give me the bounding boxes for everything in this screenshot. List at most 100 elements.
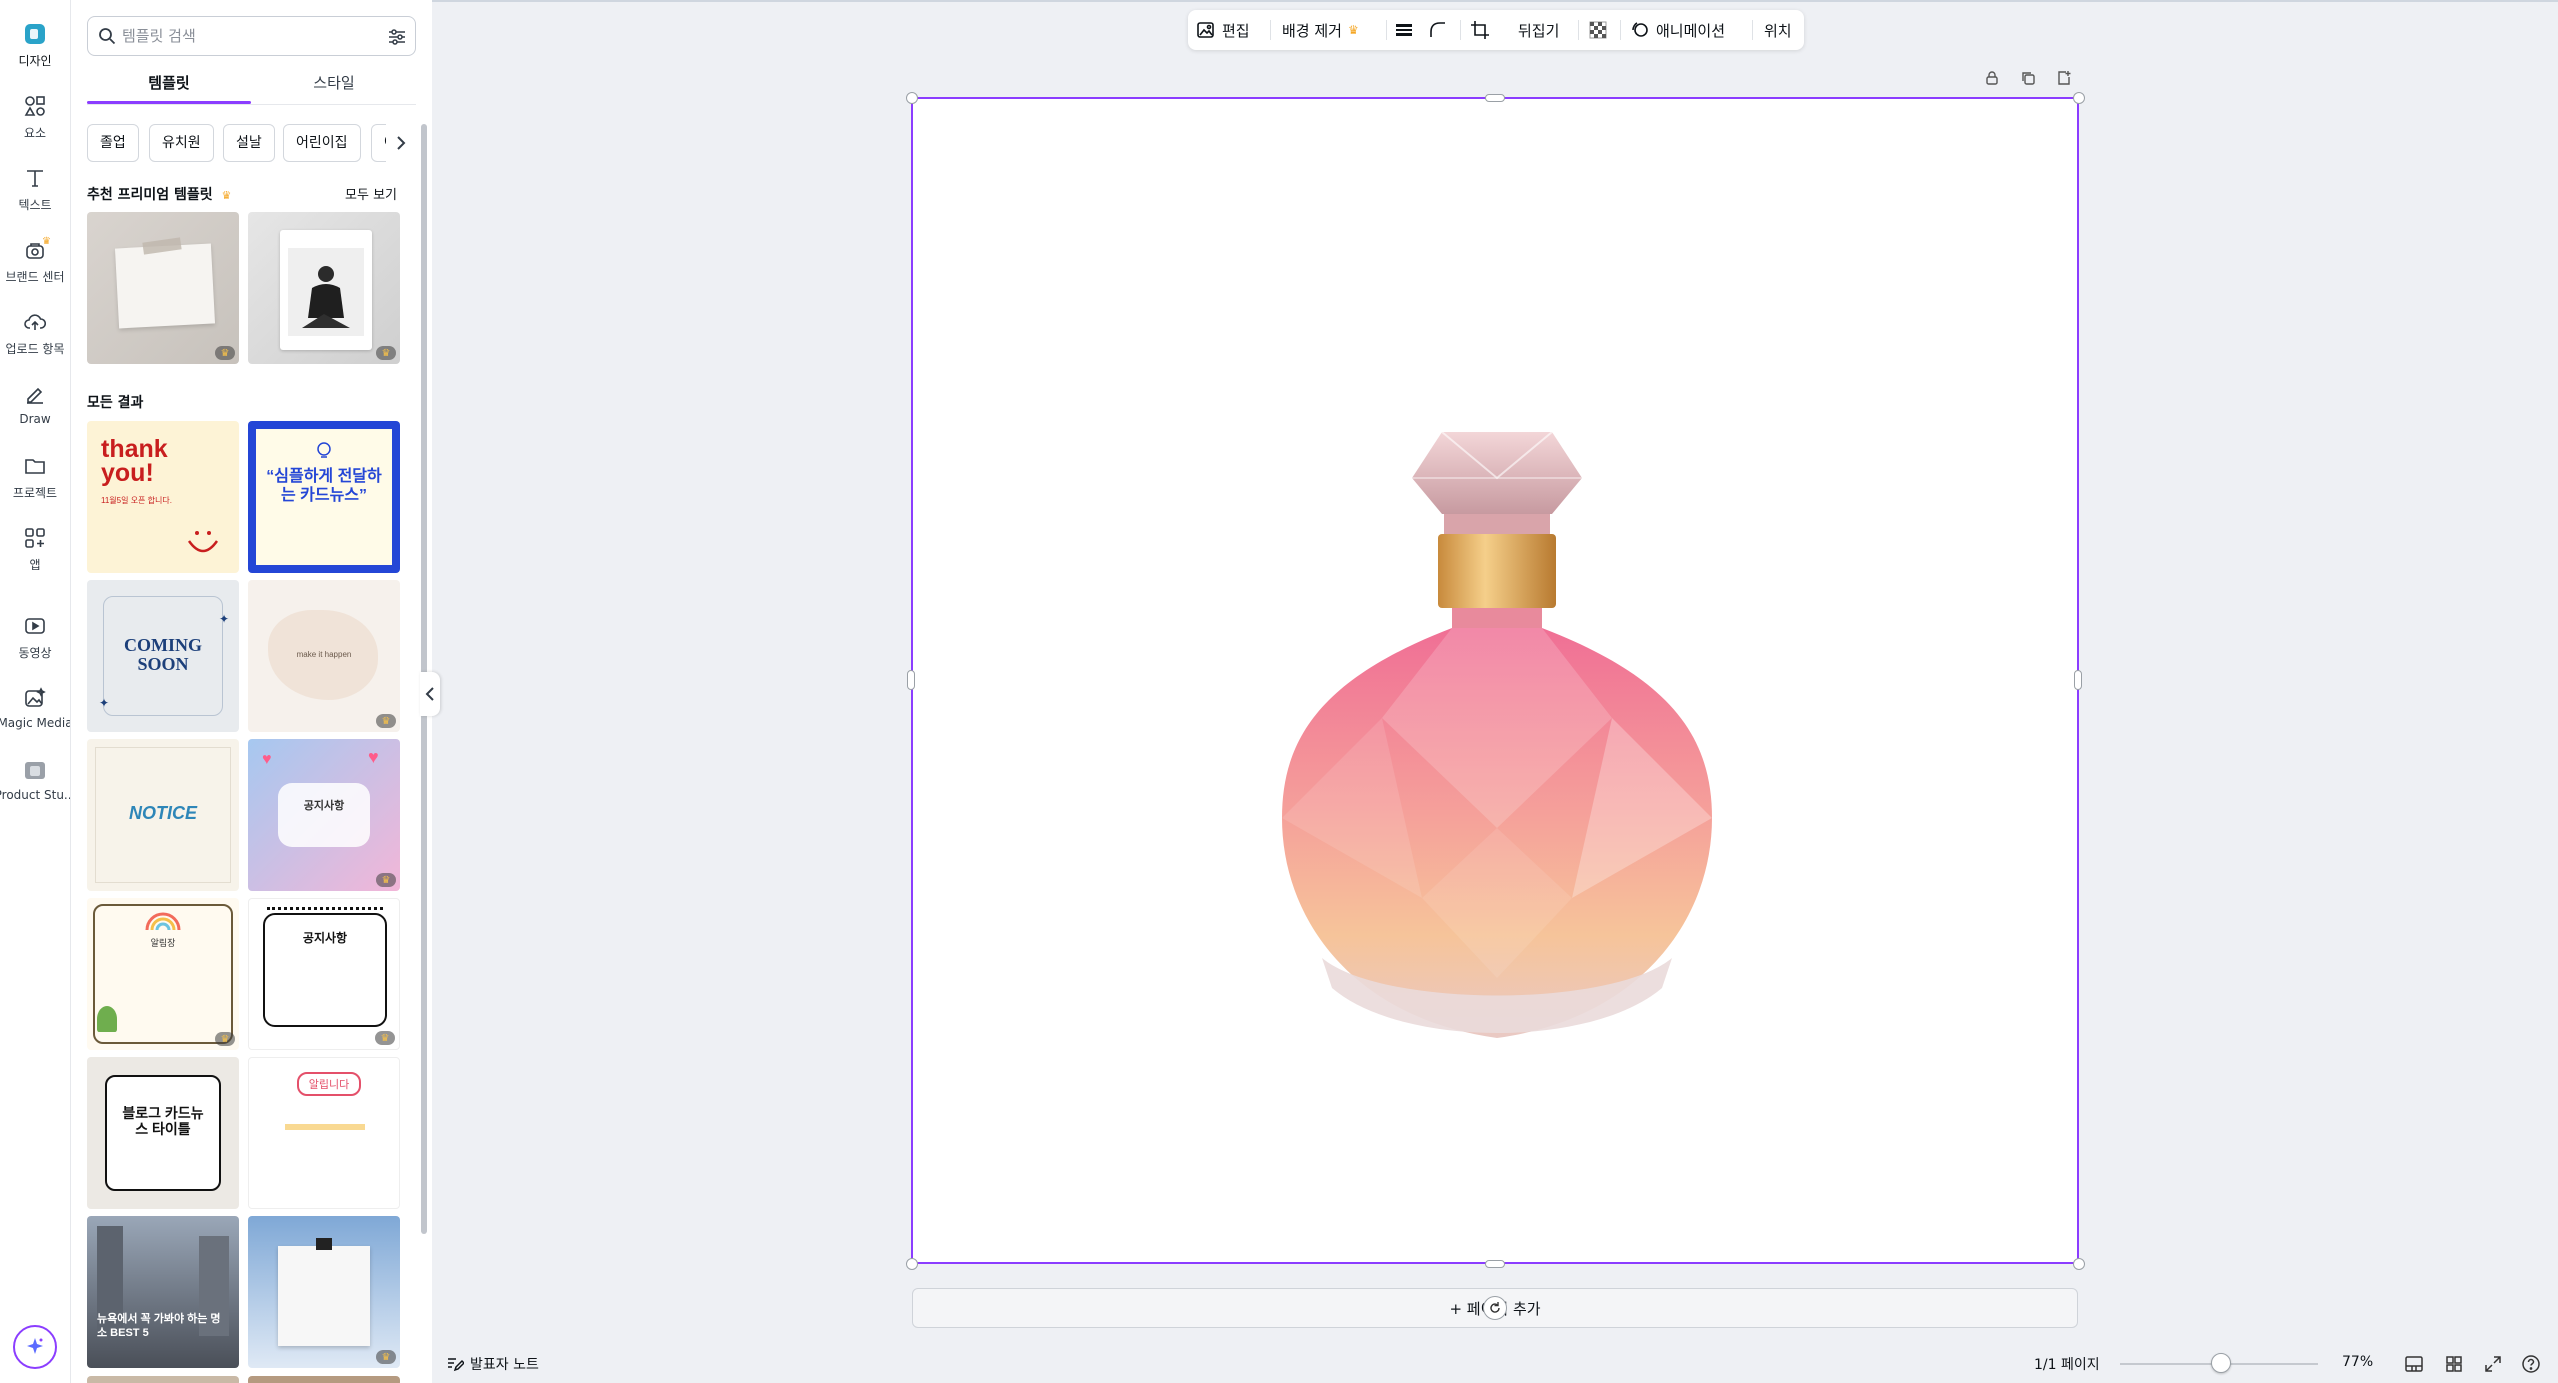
resize-handle-tl[interactable] [906,92,918,104]
rail-uploads[interactable]: 업로드 항목 [0,310,70,370]
resize-handle-bl[interactable] [906,1258,918,1270]
rail-draw[interactable]: Draw [0,382,70,442]
premium-crown-badge: ♛ [376,1350,396,1364]
template-kids-notice[interactable]: 알림장 ♛ [87,898,239,1050]
sparkle-icon: ✦ [219,612,230,626]
template-subtitle: 11월5일 오픈 합니다. [101,496,172,505]
chip-kindergarten[interactable]: 유치원 [149,124,214,162]
rail-brand[interactable]: ♛ 브랜드 센터 [0,236,70,298]
panel-scrollbar[interactable] [419,110,429,1383]
presenter-notes-button[interactable]: 발표자 노트 [446,1354,539,1374]
zoom-value[interactable]: 77% [2342,1354,2373,1370]
template-blog-cardnews[interactable]: 블로그 카드뉴스 타이틀 [87,1057,239,1209]
animate-button[interactable]: 애니메이션 [1630,10,1725,50]
rail-apps[interactable]: 앱 [0,526,70,586]
template-notice[interactable]: NOTICE [87,739,239,891]
rotate-handle[interactable] [1483,1296,1507,1320]
chips-next-button[interactable] [386,124,416,162]
template-card-news[interactable]: “심플하게 전달하는 카드뉴스” [248,421,400,573]
rainbow-icon [145,912,181,931]
add-page-icon[interactable] [2052,66,2076,90]
position-button[interactable]: 위치 [1764,10,1792,50]
rail-elements[interactable]: 요소 [0,94,70,154]
image-edit-icon [1197,22,1214,38]
perfume-bottle-image[interactable] [1262,418,1732,1058]
see-all-link[interactable]: 모두 보기 [345,184,397,203]
rail-label: 브랜드 센터 [5,270,65,284]
chip-graduation[interactable]: 졸업 [87,124,139,162]
title-line-1: COMING [124,635,202,655]
paper-note [278,1246,370,1346]
template-make-it-happen[interactable]: make it happen ♛ [248,580,400,732]
corner-rounding-button[interactable] [1428,10,1448,50]
template-spiral-notice[interactable]: 공지사항 ♛ [248,898,400,1050]
rail-text[interactable]: 텍스트 [0,166,70,226]
resize-handle-br[interactable] [2073,1258,2085,1270]
rail-label: 텍스트 [18,198,52,212]
template-title: make it happen [296,650,352,659]
rail-magic-media[interactable]: Magic Media [0,686,73,746]
template-search-box [87,16,416,56]
premium-template-2[interactable]: ♛ [248,212,400,364]
resize-handle-tr[interactable] [2073,92,2085,104]
flip-label: 뒤집기 [1518,21,1560,40]
paper-note [114,243,216,329]
resize-handle-bottom[interactable] [1485,1260,1505,1268]
transparency-button[interactable] [1588,10,1608,50]
premium-crown-badge: ♛ [376,346,396,360]
duplicate-page-icon[interactable] [2016,66,2040,90]
premium-heading-text: 추천 프리미엄 템플릿 [87,187,213,203]
template-search-input[interactable] [122,18,372,54]
edit-image-button[interactable]: 편집 [1196,10,1250,50]
resize-handle-top[interactable] [1485,94,1505,102]
chip-daycare[interactable]: 어린이집 [283,124,361,162]
heart-icon: ♥ [368,747,379,767]
filter-icon[interactable] [387,27,407,47]
crop-button[interactable] [1470,10,1490,50]
toolbar-divider [1270,20,1271,40]
tab-styles[interactable]: 스타일 [252,66,416,106]
page-view-icon[interactable] [2402,1352,2426,1376]
rail-video[interactable]: 동영상 [0,614,70,674]
toolbar-divider [1578,20,1579,40]
collapse-panel-button[interactable] [420,672,440,716]
folder-icon [23,454,47,478]
tab-templates[interactable]: 템플릿 [87,66,251,106]
rail-design[interactable]: 디자인 [0,22,70,82]
template-thank-you[interactable]: thank you! 11월5일 오픈 합니다. [87,421,239,573]
template-pastel-notice[interactable]: 공지사항 ♥ ♥ ♛ [248,739,400,891]
toolbar-divider [1752,20,1753,40]
lock-icon[interactable] [1980,66,2004,90]
resize-handle-left[interactable] [907,670,915,690]
fullscreen-icon[interactable] [2481,1352,2505,1376]
crown-icon: ♛ [42,236,51,247]
chip-new-year[interactable]: 설날 [223,124,275,162]
grid-view-icon[interactable] [2442,1352,2466,1376]
magic-assistant-button[interactable] [13,1325,57,1369]
template-title: 블로그 카드뉴스 타이틀 [122,1105,204,1137]
search-icon [98,27,116,45]
zoom-slider-knob[interactable] [2211,1353,2231,1373]
page-counter[interactable]: 1/1 페이지 [2034,1354,2100,1374]
rail-projects[interactable]: 프로젝트 [0,454,70,514]
animate-label: 애니메이션 [1656,21,1726,40]
template-coming-soon[interactable]: COMING SOON ✦ ✦ [87,580,239,732]
template-announce[interactable]: 알립니다 [248,1057,400,1209]
sparkle-icon [27,1338,43,1354]
template-paper-sky[interactable]: ♛ [248,1216,400,1368]
title-line-2: SOON [137,654,189,674]
border-style-button[interactable] [1394,10,1414,50]
template-partial[interactable] [87,1376,239,1383]
resize-handle-right[interactable] [2074,670,2082,690]
premium-template-1[interactable]: ♛ [87,212,239,364]
toolbar-divider [1620,20,1621,40]
flip-button[interactable]: 뒤집기 [1518,10,1559,50]
template-partial[interactable] [248,1376,400,1383]
rail-label: Draw [19,412,51,426]
bg-remover-button[interactable]: 배경 제거 ♛ [1282,10,1359,50]
design-page[interactable] [912,98,2078,1263]
help-icon[interactable] [2519,1352,2543,1376]
template-title: 알립니다 [308,1079,350,1091]
rail-product-studio[interactable]: Product Stu... [0,758,75,818]
template-newyork[interactable]: 뉴욕에서 꼭 가봐야 하는 명소 BEST 5 [87,1216,239,1368]
